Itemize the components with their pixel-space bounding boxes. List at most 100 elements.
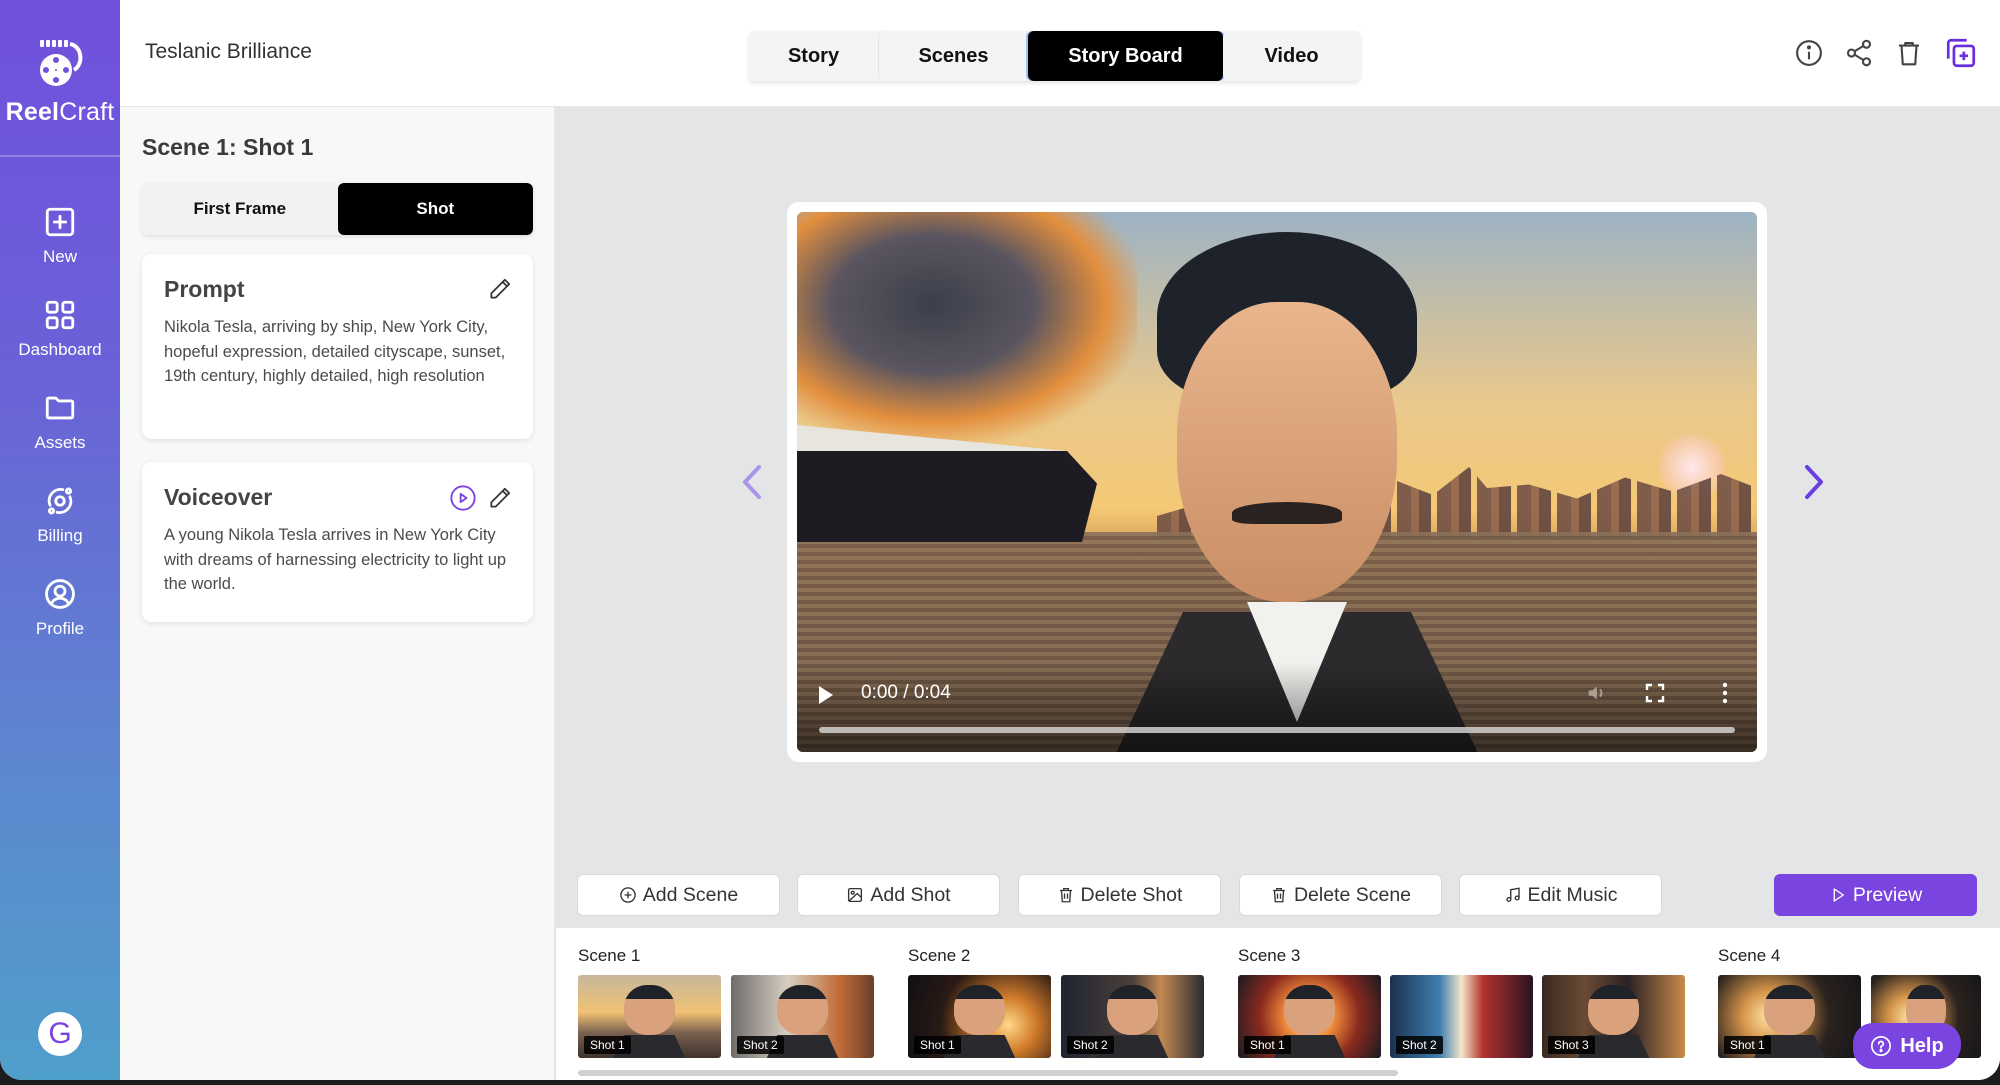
project-title: Teslanic Brilliance [145, 40, 312, 63]
prompt-text: Nikola Tesla, arriving by ship, New York… [164, 318, 506, 385]
prompt-title: Prompt [164, 276, 245, 302]
film-reel-icon [40, 40, 83, 86]
pencil-icon[interactable] [487, 485, 513, 511]
add-scene-button[interactable]: Add Scene [577, 874, 780, 916]
shot-label: Shot 1 [914, 1036, 961, 1054]
preview-button[interactable]: Preview [1774, 874, 1977, 916]
pencil-icon[interactable] [487, 276, 513, 302]
shot-label: Shot 1 [1244, 1036, 1291, 1054]
shot-thumbnail[interactable]: Shot 1 [1238, 975, 1381, 1058]
play-outline-icon [1833, 888, 1844, 902]
video-progress-bar[interactable] [819, 727, 1735, 733]
shot-label: Shot 2 [1067, 1036, 1114, 1054]
shot-label: Shot 2 [1396, 1036, 1443, 1054]
image-icon [848, 887, 863, 903]
share-icon[interactable] [1844, 38, 1874, 68]
sidebar-divider [0, 155, 120, 157]
edit-music-button[interactable]: Edit Music [1459, 874, 1662, 916]
delete-shot-button[interactable]: Delete Shot [1018, 874, 1221, 916]
sidebar-item-profile[interactable]: Profile [0, 577, 120, 670]
scene-group: Scene 2 Shot 1 Shot 2 [908, 946, 1204, 1058]
logo[interactable]: ReelCraft [0, 36, 120, 127]
shot-label: Shot 1 [584, 1036, 631, 1054]
grid-icon [45, 300, 75, 330]
edit-music-label: Edit Music [1527, 883, 1618, 906]
header-actions [1794, 36, 1978, 70]
sidebar-item-label: Dashboard [18, 340, 102, 359]
video-frame: 0:00 / 0:04 [787, 202, 1767, 762]
sidebar-item-assets[interactable]: Assets [0, 391, 120, 484]
plus-square-icon [45, 207, 75, 237]
delete-shot-label: Delete Shot [1080, 883, 1183, 906]
help-button[interactable]: Help [1853, 1023, 1961, 1069]
frame-shot-toggle: First Frame Shot [142, 183, 533, 235]
billing-orbit-icon [47, 487, 73, 515]
plus-circle-icon [619, 887, 636, 903]
logo-text: ReelCraft [5, 98, 115, 126]
panel-title: Scene 1: Shot 1 [142, 134, 314, 160]
video-image-clouds [797, 212, 1137, 442]
voiceover-card: Voiceover A young Nikola Tesla arrives i… [142, 462, 533, 622]
help-label: Help [1900, 1034, 1944, 1057]
next-shot-arrow-icon[interactable] [1793, 457, 1833, 507]
sidebar-item-new[interactable]: New [0, 205, 120, 298]
main-tabs: Story Scenes Story Board Video [749, 31, 1360, 81]
tab-story[interactable]: Story [749, 31, 878, 81]
play-icon[interactable] [819, 686, 833, 704]
folder-icon [45, 396, 75, 420]
video-player[interactable]: 0:00 / 0:04 [797, 212, 1757, 752]
app-window: ReelCraft New Dashboard Assets Billing P… [0, 0, 2000, 1080]
play-circle-icon[interactable] [449, 484, 477, 512]
shot-button[interactable]: Shot [337, 183, 533, 235]
sidebar-item-label: Assets [34, 433, 86, 452]
sidebar-item-dashboard[interactable]: Dashboard [0, 298, 120, 391]
scene-group: Scene 1 Shot 1 Shot 2 [578, 946, 874, 1058]
sidebar-item-label: Billing [37, 526, 83, 545]
add-scene-label: Add Scene [642, 883, 739, 906]
user-circle-icon [45, 579, 75, 609]
shot-thumbnail[interactable]: Shot 1 [908, 975, 1051, 1058]
voiceover-text: A young Nikola Tesla arrives in New York… [164, 526, 507, 593]
question-circle-icon [1871, 1036, 1892, 1056]
shot-thumbnail[interactable]: Shot 2 [1061, 975, 1204, 1058]
scene-label: Scene 1 [578, 946, 641, 965]
add-shot-button[interactable]: Add Shot [797, 874, 1000, 916]
shot-thumbnail[interactable]: Shot 2 [731, 975, 874, 1058]
trash-icon [1059, 887, 1072, 903]
prompt-card: Prompt Nikola Tesla, arriving by ship, N… [142, 254, 533, 439]
preview-label: Preview [1852, 883, 1923, 906]
music-note-icon [1505, 887, 1520, 903]
shot-thumbnail[interactable]: Shot 2 [1390, 975, 1533, 1058]
more-options-icon[interactable] [1721, 681, 1729, 705]
sidebar-item-billing[interactable]: Billing [0, 484, 120, 577]
shot-thumbnail[interactable]: Shot 1 [1718, 975, 1861, 1058]
sidebar-item-label: Profile [35, 619, 85, 638]
sidebar-nav: New Dashboard Assets Billing Profile [0, 205, 120, 670]
avatar[interactable]: G [38, 1012, 82, 1056]
first-frame-button[interactable]: First Frame [142, 183, 338, 235]
info-icon[interactable] [1794, 38, 1824, 68]
scene-strip-scrollbar[interactable] [578, 1070, 1398, 1076]
scene-label: Scene 2 [908, 946, 971, 965]
scene-label: Scene 3 [1238, 946, 1301, 965]
sidebar: ReelCraft New Dashboard Assets Billing P… [0, 0, 120, 1080]
shot-details-panel: Scene 1: Shot 1 First Frame Shot Prompt … [120, 107, 555, 1080]
shot-thumbnail[interactable]: Shot 3 [1542, 975, 1685, 1058]
tab-scenes[interactable]: Scenes [878, 31, 1028, 81]
tab-video[interactable]: Video [1223, 31, 1360, 81]
duplicate-add-icon[interactable] [1944, 36, 1978, 70]
volume-icon[interactable] [1585, 682, 1607, 704]
video-time: 0:00 / 0:04 [861, 682, 951, 703]
storyboard-main: 0:00 / 0:04 Add Scene Add Shot Delete Sh… [555, 107, 2000, 928]
scene-group: Scene 3 Shot 1 Shot 2 Shot 3 [1238, 946, 1685, 1058]
scene-label: Scene 4 [1718, 946, 1781, 965]
sidebar-item-label: New [42, 247, 77, 266]
delete-scene-button[interactable]: Delete Scene [1239, 874, 1442, 916]
tab-story-board[interactable]: Story Board [1028, 31, 1223, 81]
shot-thumbnail[interactable]: Shot 1 [578, 975, 721, 1058]
previous-shot-arrow-icon[interactable] [733, 457, 773, 507]
trash-icon[interactable] [1894, 38, 1924, 68]
fullscreen-icon[interactable] [1645, 683, 1665, 703]
add-shot-label: Add Shot [870, 883, 951, 906]
scene-strip: Scene 1 Shot 1 Shot 2 Scene 2 Shot 1 Sho… [555, 928, 2000, 1080]
